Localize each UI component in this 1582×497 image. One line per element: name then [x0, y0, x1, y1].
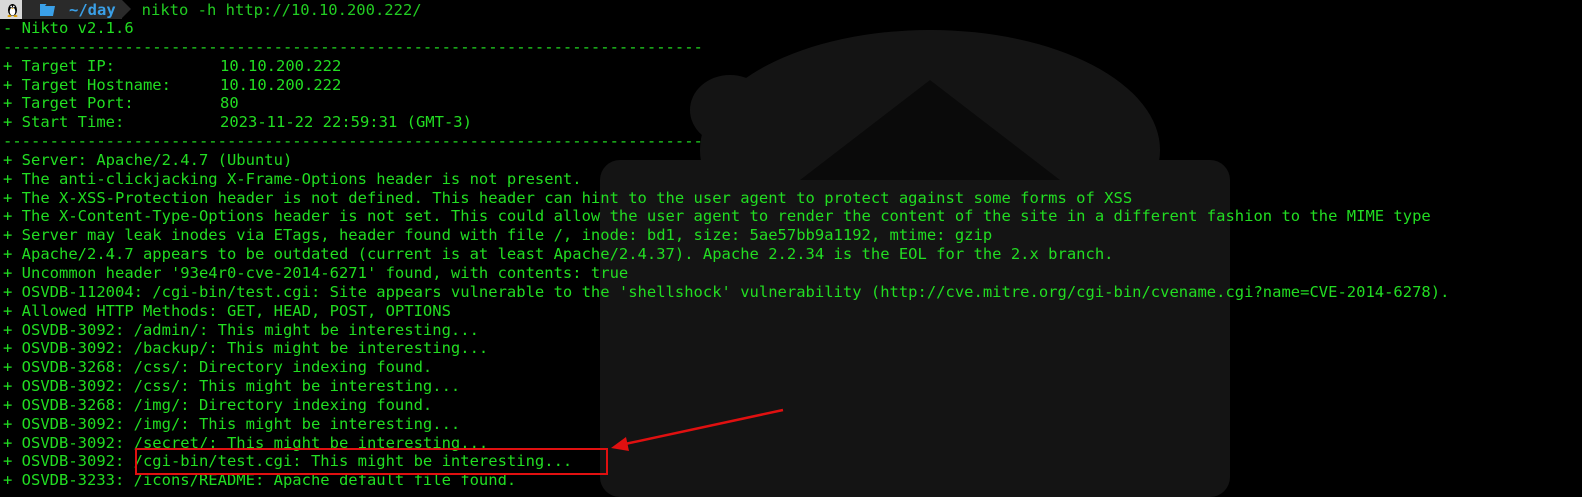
- terminal-window[interactable]: ~/day nikto -h http://10.10.200.222/ - N…: [0, 0, 1582, 497]
- annotation-arrow-icon: [611, 408, 784, 451]
